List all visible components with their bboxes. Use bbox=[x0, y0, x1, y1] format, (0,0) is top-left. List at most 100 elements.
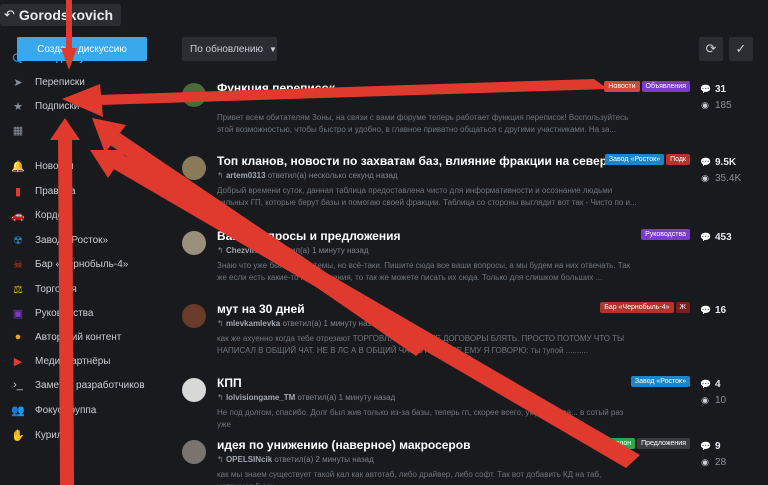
reply-count: 9.5K bbox=[715, 156, 737, 168]
discussion-row[interactable]: Топ кланов, новости по захватам баз, вли… bbox=[180, 152, 755, 224]
radiation-icon: ☢ bbox=[13, 234, 23, 247]
sidebar-item-5[interactable]: ▮ Правила bbox=[10, 180, 160, 202]
tag-badge[interactable]: Подк bbox=[666, 154, 690, 165]
back-arrow-icon: ↶ bbox=[4, 7, 15, 22]
page-title: Gorodskovich bbox=[18, 7, 114, 23]
tag-badge[interactable]: Завод «Росток» bbox=[604, 154, 665, 165]
tag-badge[interactable]: Кордон bbox=[603, 438, 636, 449]
avatar[interactable] bbox=[182, 378, 206, 402]
comment-icon: 💬 bbox=[700, 440, 712, 451]
discussion-stats: 💬 4 ◉ 10 bbox=[700, 376, 760, 408]
back-button[interactable]: ↶ Gorodskovich bbox=[0, 4, 122, 26]
meta-user[interactable]: OPELSINcik bbox=[226, 455, 272, 464]
discussion-row[interactable]: Ваши вопросы и предложения ↰ Chezvirmel о… bbox=[180, 227, 755, 299]
discussion-title[interactable]: Функция переписок bbox=[217, 81, 335, 95]
sidebar-item-label: Курилка bbox=[35, 429, 73, 441]
tag-badge[interactable]: Бар «Чернобыль-4» bbox=[600, 302, 674, 313]
sidebar-item-label: Все дискуссии bbox=[35, 52, 108, 64]
skull-icon: ☠ bbox=[13, 258, 23, 271]
tag-badge[interactable]: Новости bbox=[604, 81, 640, 92]
sidebar-item-14[interactable]: 👥 Фокус-группа bbox=[10, 399, 160, 421]
grid-icon: ▦ bbox=[12, 124, 24, 137]
tag-badge[interactable]: Ж bbox=[675, 302, 690, 313]
eye-icon: ◉ bbox=[701, 172, 709, 183]
eye-icon: ◉ bbox=[701, 99, 709, 110]
tag-badge[interactable]: Объявления bbox=[641, 81, 690, 92]
discussion-title[interactable]: идея по унижению (наверное) макросеров bbox=[217, 438, 470, 452]
comment-icon: 💬 bbox=[700, 378, 712, 389]
avatar[interactable] bbox=[182, 231, 206, 255]
discussion-meta: ↰ lolvisiongame_TM ответил(а) 1 минуту н… bbox=[217, 393, 395, 402]
discussion-title[interactable]: Топ кланов, новости по захватам баз, вли… bbox=[217, 154, 614, 168]
sidebar-item-15[interactable]: ✋ Курилка bbox=[10, 424, 160, 446]
sidebar-item-8[interactable]: ☠ Бар «Чернобыль-4» bbox=[10, 253, 160, 275]
discussion-title[interactable]: мут на 30 дней bbox=[217, 302, 305, 316]
tag-list: Кордон Предложения bbox=[603, 438, 690, 449]
sidebar-item-label: Подписки bbox=[35, 100, 80, 112]
sidebar-item-label: Торговля bbox=[35, 283, 77, 295]
tag-badge[interactable]: Предложения bbox=[637, 438, 690, 449]
discussion-stats: 💬 453 bbox=[700, 229, 760, 245]
sidebar-item-13[interactable]: ›_ Заметки разработчиков bbox=[10, 374, 160, 396]
discussion-row[interactable]: мут на 30 дней ↰ mlevkamlevka ответил(а) … bbox=[180, 300, 755, 372]
sidebar-item-label: Бар «Чернобыль-4» bbox=[35, 258, 129, 270]
sidebar-item-2[interactable]: ★ Подписки bbox=[10, 95, 160, 117]
avatar[interactable] bbox=[182, 83, 206, 107]
sort-dropdown[interactable]: По обновлению ▼ bbox=[182, 37, 277, 61]
tag-badge[interactable]: Руководства bbox=[641, 229, 690, 240]
sidebar-item-3[interactable]: ▦ bbox=[10, 119, 160, 141]
reply-count: 4 bbox=[715, 378, 721, 390]
chevron-down-icon: ▼ bbox=[269, 44, 277, 54]
tag-list: Новости Объявления bbox=[604, 81, 690, 92]
discussion-row[interactable]: Функция переписок Привет всем обитателям … bbox=[180, 79, 755, 151]
sidebar-item-label: Завод «Росток» bbox=[35, 234, 109, 246]
sidebar-item-1[interactable]: ➤ Переписки bbox=[10, 71, 160, 93]
sidebar-item-12[interactable]: ▶ Медиапартнёры bbox=[10, 350, 160, 372]
discussion-excerpt: как же ахуенно когда тебе отрезают ТОРГО… bbox=[217, 334, 625, 355]
sidebar-item-label: Правила bbox=[35, 185, 76, 197]
sidebar-item-9[interactable]: ⚖ Торговля bbox=[10, 278, 160, 300]
view-count: 10 bbox=[715, 394, 727, 406]
sidebar-item-4[interactable]: 🔔 Новости bbox=[10, 155, 160, 177]
meta-user[interactable]: mlevkamlevka bbox=[226, 319, 280, 328]
bulb-icon: ● bbox=[14, 331, 22, 343]
users-icon: 👥 bbox=[11, 404, 25, 417]
avatar[interactable] bbox=[182, 156, 206, 180]
tag-badge[interactable]: Завод «Росток» bbox=[630, 376, 690, 387]
refresh-button[interactable]: ⟳ bbox=[699, 37, 723, 61]
reply-count: 16 bbox=[715, 304, 727, 316]
discussion-excerpt: Не под долгом, спасибо. Долг был жив тол… bbox=[217, 408, 624, 429]
discussion-excerpt: Привет всем обитателям Зоны, на связи с … bbox=[217, 113, 629, 134]
avatar[interactable] bbox=[182, 440, 206, 464]
bell-icon: 🔔 bbox=[11, 160, 25, 173]
view-count: 185 bbox=[715, 99, 732, 111]
discussion-row[interactable]: идея по унижению (наверное) макросеров ↰ … bbox=[180, 436, 755, 485]
avatar[interactable] bbox=[182, 304, 206, 328]
sidebar-item-label: Новости bbox=[35, 160, 74, 172]
meta-user[interactable]: Chezvirmel bbox=[226, 246, 269, 255]
mark-all-read-button[interactable]: ✓ bbox=[729, 37, 753, 61]
discussion-title[interactable]: Ваши вопросы и предложения bbox=[217, 229, 400, 243]
discussion-stats: 💬 9.5K ◉ 35.4K bbox=[700, 154, 760, 186]
sidebar-item-10[interactable]: ▣ Руководства bbox=[10, 302, 160, 324]
discussion-meta: ↰ artem0313 ответил(а) несколько секунд … bbox=[217, 171, 398, 180]
discussion-excerpt: Добрый времени суток, данная таблица пре… bbox=[217, 186, 637, 207]
sidebar-item-11[interactable]: ● Авторский контент bbox=[10, 326, 160, 348]
sidebar-item-0[interactable]: 🗨 Все дискуссии bbox=[10, 47, 160, 69]
meta-text: ответил(а) несколько секунд назад bbox=[267, 171, 398, 180]
tag-list: Завод «Росток» Подк bbox=[604, 154, 690, 165]
sidebar-item-7[interactable]: ☢ Завод «Росток» bbox=[10, 229, 160, 251]
reply-icon: ↰ bbox=[217, 455, 226, 464]
discussion-title[interactable]: КПП bbox=[217, 376, 242, 390]
sidebar-item-6[interactable]: 🚗 Кордон bbox=[10, 204, 160, 226]
top-bar: ↶ Gorodskovich bbox=[0, 0, 768, 30]
discussion-stats: 💬 31 ◉ 185 bbox=[700, 81, 760, 113]
sidebar: Создать дискуссию 🗨 Все дискуссии ➤ Перепис… bbox=[0, 30, 165, 485]
discussion-stats: 💬 16 bbox=[700, 302, 760, 318]
reply-count: 31 bbox=[715, 83, 727, 95]
meta-user[interactable]: lolvisiongame_TM bbox=[226, 393, 295, 402]
guide-icon: ▣ bbox=[12, 307, 24, 320]
discussion-excerpt: как мы знаем существует такой кал как ав… bbox=[217, 470, 602, 485]
meta-user[interactable]: artem0313 bbox=[226, 171, 266, 180]
scales-icon: ⚖ bbox=[13, 283, 23, 296]
